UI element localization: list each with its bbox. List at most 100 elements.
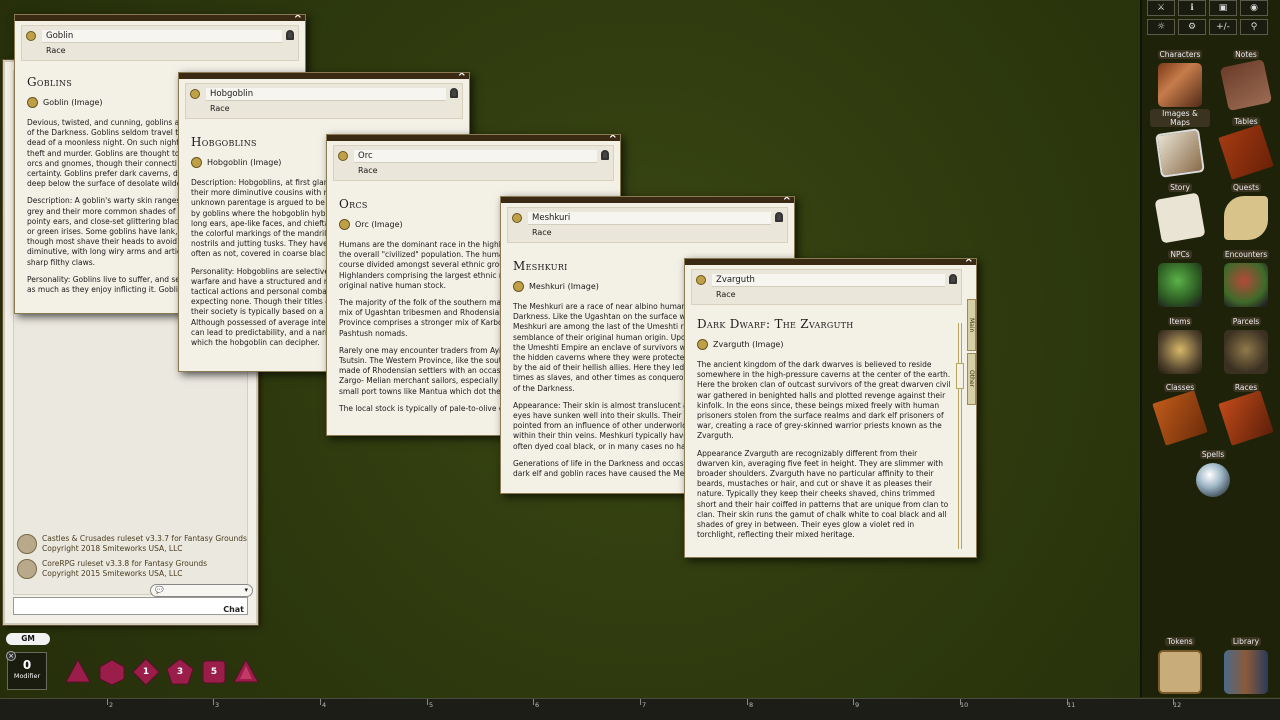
lighting-icon[interactable]: ☼ — [1147, 19, 1175, 35]
chat-send-button[interactable]: Chat — [223, 605, 244, 614]
book-icon[interactable]: ▣ — [1209, 0, 1237, 16]
lock-icon[interactable] — [601, 150, 609, 160]
record-name-field[interactable]: Zvarguth — [712, 273, 945, 287]
d20-die-icon[interactable] — [232, 658, 260, 686]
sidebar-item-story[interactable]: Story — [1150, 175, 1210, 244]
ruleset-icon — [17, 559, 37, 579]
sidebar-item-characters[interactable]: Characters — [1150, 42, 1210, 107]
modifier-box[interactable]: × 0 Modifier — [6, 651, 47, 690]
chat-message-text: Castles & Crusades ruleset v3.3.7 for Fa… — [42, 534, 247, 543]
ruler-mark — [320, 699, 321, 705]
sidebar-item-parcels[interactable]: Parcels — [1216, 309, 1276, 374]
tab-other[interactable]: Other — [967, 353, 976, 405]
hotkey-slot-label: 2 — [109, 701, 114, 709]
close-icon[interactable]: × — [783, 197, 791, 203]
ruler-mark — [747, 699, 748, 705]
chevron-down-icon: ▾ — [244, 586, 248, 594]
sidebar-item-npcs[interactable]: NPCs — [1150, 242, 1210, 307]
close-icon[interactable]: × — [609, 135, 617, 141]
window-titlebar[interactable] — [501, 197, 794, 203]
image-link-label: Orc (Image) — [355, 220, 403, 229]
sidebar-item-encounters[interactable]: Encounters — [1216, 242, 1276, 307]
chat-message: CoreRPG ruleset v3.3.8 for Fantasy Groun… — [17, 559, 207, 579]
d10-die-icon[interactable]: 3 — [166, 658, 194, 686]
window-titlebar[interactable] — [15, 15, 305, 21]
tables-icon — [1218, 124, 1274, 180]
sidebar-item-classes[interactable]: Classes — [1150, 375, 1210, 446]
sidebar-item-spells[interactable]: Spells — [1183, 442, 1243, 504]
sidebar-item-label: Tokens — [1165, 637, 1195, 646]
notes-icon — [1219, 58, 1273, 112]
image-icon — [339, 219, 350, 230]
image-link[interactable]: Zvarguth (Image) — [697, 339, 952, 350]
record-icon — [190, 89, 200, 99]
chat-mode-select[interactable]: 💬 ▾ — [150, 584, 253, 597]
tab-main[interactable]: Main — [967, 299, 976, 351]
ruleset-icon — [17, 534, 37, 554]
sidebar-item-library[interactable]: Library — [1216, 629, 1276, 694]
story-icon — [1154, 192, 1206, 244]
record-icon — [26, 31, 36, 41]
sidebar-item-quests[interactable]: Quests — [1216, 175, 1276, 240]
hotkey-slot-label: 7 — [642, 701, 647, 709]
image-link-label: Goblin (Image) — [43, 98, 103, 107]
close-icon[interactable]: × — [6, 651, 16, 661]
sidebar-item-races[interactable]: Races — [1216, 375, 1276, 446]
chat-input[interactable] — [13, 597, 248, 615]
record-window-zvarguth[interactable]: × Zvarguth Race Main Other Dark Dwarf: T… — [684, 258, 977, 558]
record-header: Orc Race — [333, 145, 614, 181]
modifiers-button[interactable]: +/- — [1209, 19, 1237, 35]
sidebar-item-label: Spells — [1199, 450, 1227, 459]
record-body: Dark Dwarf: The Zvarguth Zvarguth (Image… — [697, 317, 952, 551]
tokens-icon — [1158, 650, 1202, 694]
gm-identity-badge[interactable]: GM — [6, 633, 50, 645]
sidebar-item-images-maps[interactable]: Images & Maps — [1150, 109, 1210, 178]
chat-message: Castles & Crusades ruleset v3.3.7 for Fa… — [17, 534, 247, 554]
d8-die-icon[interactable]: 1 — [132, 658, 160, 686]
lock-icon[interactable] — [450, 88, 458, 98]
window-titlebar[interactable] — [685, 259, 976, 265]
sidebar: ⚔ ℹ ▣ ◉ ☼ ⚙ +/- ⚲ Characters Notes Image… — [1140, 0, 1280, 697]
d6-die-icon[interactable] — [98, 658, 126, 686]
scrollbar-thumb[interactable] — [956, 363, 964, 389]
settings-icon[interactable]: ⚙ — [1178, 19, 1206, 35]
sidebar-item-label: Encounters — [1222, 250, 1270, 259]
window-titlebar[interactable] — [327, 135, 620, 141]
close-icon[interactable]: × — [294, 15, 302, 21]
lock-icon[interactable] — [775, 212, 783, 222]
sidebar-item-tokens[interactable]: Tokens — [1150, 629, 1210, 694]
character-icon[interactable]: ⚲ — [1240, 19, 1268, 35]
hotkey-slot-label: 9 — [855, 701, 860, 709]
chat-message-copyright: Copyright 2015 Smiteworks USA, LLC — [42, 569, 183, 578]
hotkey-bar[interactable]: 2 3 4 5 6 7 8 9 10 11 12 — [0, 698, 1280, 720]
image-link-label: Zvarguth (Image) — [713, 340, 784, 349]
sidebar-item-tables[interactable]: Tables — [1216, 109, 1276, 180]
record-name-field[interactable]: Hobgoblin — [206, 87, 446, 101]
hotkey-slot-label: 11 — [1067, 701, 1076, 709]
lock-icon[interactable] — [286, 30, 294, 40]
record-type: Race — [358, 166, 378, 175]
record-name-field[interactable]: Goblin — [42, 29, 282, 43]
close-icon[interactable]: × — [458, 73, 466, 79]
quests-icon — [1224, 196, 1268, 240]
close-icon[interactable]: × — [965, 259, 973, 265]
combat-tracker-icon[interactable]: ⚔ — [1147, 0, 1175, 16]
record-header: Zvarguth Race — [691, 269, 962, 305]
record-name-field[interactable]: Meshkuri — [528, 211, 771, 225]
sidebar-item-notes[interactable]: Notes — [1216, 42, 1276, 112]
sidebar-item-label: Library — [1230, 637, 1262, 646]
characters-icon — [1158, 63, 1202, 107]
hotkey-slot-label: 8 — [749, 701, 754, 709]
lock-icon[interactable] — [949, 274, 957, 284]
sidebar-item-label: Images & Maps — [1150, 109, 1210, 127]
d12-die-icon[interactable]: 5 — [200, 658, 228, 686]
sidebar-item-items[interactable]: Items — [1150, 309, 1210, 374]
scrollbar[interactable] — [956, 323, 964, 549]
d4-die-icon[interactable] — [64, 658, 92, 686]
image-link-label: Hobgoblin (Image) — [207, 158, 282, 167]
window-titlebar[interactable] — [179, 73, 469, 79]
record-name-field[interactable]: Orc — [354, 149, 597, 163]
options-icon[interactable]: ◉ — [1240, 0, 1268, 16]
classes-icon — [1152, 390, 1208, 446]
info-icon[interactable]: ℹ — [1178, 0, 1206, 16]
